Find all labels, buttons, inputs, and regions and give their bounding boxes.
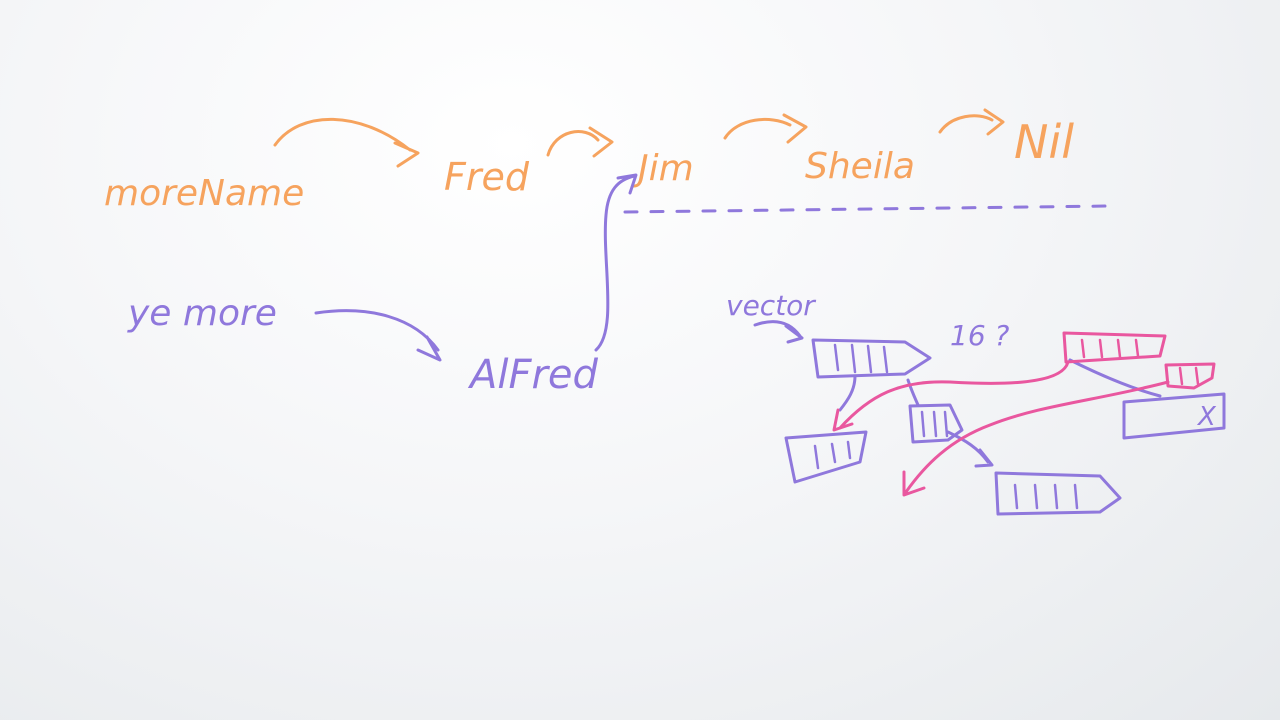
arrow-morename-to-fred (273, 117, 420, 168)
vector-connectors (838, 358, 1162, 412)
label-more-name: moreName (104, 173, 304, 214)
label-question: 16 ? (950, 319, 1010, 352)
label-alfred: AlFred (467, 352, 599, 398)
whiteboard: moreName Fred Jim Sheila Nil ye more AlF… (0, 0, 1280, 720)
whiteboard-drawing: moreName Fred Jim Sheila Nil ye more AlF… (104, 108, 1226, 516)
pink-block-small (1164, 362, 1216, 390)
vector-block-left (784, 430, 868, 484)
arrow-jim-to-sheila (723, 113, 808, 144)
label-ye-more: ye more (127, 293, 277, 334)
vector-block-end: X (1122, 392, 1226, 440)
dashed-divider (623, 204, 1112, 214)
arrow-fred-to-jim (546, 126, 614, 158)
label-fred: Fred (444, 155, 530, 199)
label-nil: Nil (1014, 115, 1074, 169)
vector-block-middle (908, 403, 994, 468)
label-sheila: Sheila (805, 146, 915, 187)
label-vector: vector (726, 289, 816, 322)
label-jim: Jim (632, 148, 694, 189)
arrow-sheila-to-nil (938, 108, 1005, 136)
pink-arrow-to-left-block (832, 360, 1070, 432)
arrow-vector-pointer (753, 320, 804, 344)
arrow-yemore-to-alfred (314, 309, 442, 362)
pink-block-top (1062, 331, 1167, 364)
arrow-alfred-to-jim (594, 173, 638, 352)
vector-block-top (811, 338, 932, 379)
vector-block-bottom (994, 471, 1122, 516)
x-mark: X (1196, 402, 1217, 432)
